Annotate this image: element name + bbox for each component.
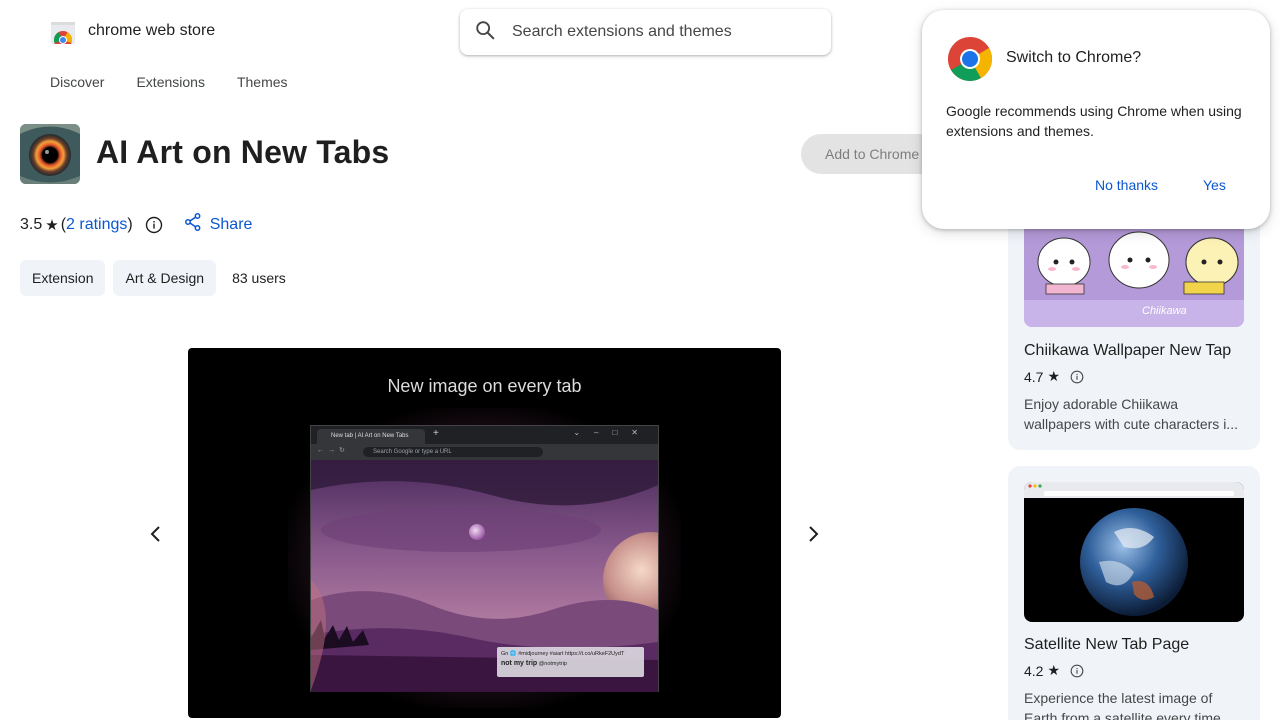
info-icon[interactable] — [145, 216, 163, 234]
store-logo[interactable]: chrome web store — [48, 16, 216, 49]
card-rating: 4.2 ★ — [1024, 662, 1084, 679]
chevron-left-icon — [144, 526, 168, 550]
tweet-text: Gn 🌐 #midjourney #aiart https://t.co/uRk… — [501, 651, 625, 657]
tweet-handle: @notmytrip — [538, 661, 567, 667]
card-description: Enjoy adorable Chiikawa wallpapers with … — [1024, 394, 1246, 434]
chips-row: Extension Art & Design 83 users — [20, 260, 286, 296]
card-rating: 4.7 ★ — [1024, 368, 1084, 385]
tweet-overlay: Gn 🌐 #midjourney #aiart https://t.co/uRk… — [497, 647, 644, 677]
chrome-web-store-icon — [48, 16, 78, 49]
main-nav: Discover Extensions Themes — [50, 74, 288, 90]
card-title: Satellite New Tab Page — [1024, 636, 1190, 653]
card-rating-value: 4.7 — [1024, 368, 1044, 385]
tweet-author: not my trip — [501, 660, 538, 667]
share-button[interactable]: Share — [184, 213, 253, 236]
ratings-link[interactable]: 2 ratings — [66, 216, 127, 234]
yes-button[interactable]: Yes — [1203, 177, 1226, 193]
star-icon: ★ — [45, 216, 59, 234]
extension-title: AI Art on New Tabs — [96, 134, 390, 170]
card-description-text: Enjoy adorable Chiikawa wallpapers with … — [1024, 396, 1238, 432]
card-description: Experience the latest image of Earth fro… — [1024, 688, 1246, 720]
switch-to-chrome-dialog: Switch to Chrome? Google recommends usin… — [922, 10, 1270, 229]
chevron-right-icon — [801, 526, 825, 550]
nav-discover[interactable]: Discover — [50, 74, 104, 90]
nav-themes[interactable]: Themes — [237, 74, 288, 90]
chip-category[interactable]: Art & Design — [113, 260, 217, 296]
slide-caption: New image on every tab — [387, 376, 582, 396]
no-thanks-button[interactable]: No thanks — [1095, 177, 1158, 193]
window-controls-icon: ⌄–□✕ — [573, 428, 652, 437]
related-card-satellite[interactable]: Satellite New Tab Page 4.2 ★ Experience … — [1008, 466, 1260, 720]
extension-icon — [20, 124, 80, 184]
browser-tab: New tab | AI Art on New Tabs — [317, 429, 425, 444]
share-label: Share — [209, 215, 253, 233]
svg-text:Chiikawa: Chiikawa — [1142, 305, 1187, 317]
info-icon[interactable] — [1070, 370, 1084, 384]
rating-value: 3.5 — [20, 215, 43, 233]
dialog-body: Google recommends using Chrome when usin… — [946, 103, 1242, 139]
user-count: 83 users — [232, 270, 286, 286]
browser-toolbar: ←→↻ Search Google or type a URL — [311, 444, 658, 460]
rating-row: 3.5 ★ ( 2 ratings ) Share — [20, 213, 252, 236]
star-icon: ★ — [1047, 662, 1061, 678]
new-tab-icon: + — [433, 428, 439, 439]
search-icon[interactable] — [474, 19, 496, 46]
star-icon: ★ — [1047, 368, 1061, 384]
browser-tabbar: New tab | AI Art on New Tabs + ⌄–□✕ — [311, 426, 658, 444]
nav-arrows-icon: ←→↻ — [317, 447, 349, 454]
carousel-next-button[interactable] — [801, 522, 825, 546]
search-input[interactable] — [512, 23, 812, 41]
chrome-logo-icon — [947, 36, 993, 82]
screenshot-slide[interactable]: New image on every tab New tab | AI Art … — [188, 348, 781, 718]
ai-landscape-image: Gn 🌐 #midjourney #aiart https://t.co/uRk… — [311, 460, 658, 692]
earth-thumbnail — [1024, 482, 1244, 622]
card-rating-value: 4.2 — [1024, 662, 1044, 679]
dialog-title: Switch to Chrome? — [1006, 49, 1142, 66]
card-description-text: Experience the latest image of Earth fro… — [1024, 690, 1221, 720]
search-box[interactable] — [460, 9, 831, 55]
carousel-prev-button[interactable] — [144, 522, 168, 546]
store-name: chrome web store — [88, 22, 216, 39]
rating-close-paren: ) — [127, 215, 133, 233]
nav-extensions[interactable]: Extensions — [136, 74, 204, 90]
share-icon — [184, 213, 201, 236]
info-icon[interactable] — [1070, 664, 1084, 678]
browser-url: Search Google or type a URL — [363, 447, 543, 457]
chiikawa-thumbnail: Chiikawa — [1024, 222, 1244, 327]
card-title: Chiikawa Wallpaper New Tap — [1024, 342, 1232, 359]
chip-extension[interactable]: Extension — [20, 260, 106, 296]
browser-mockup: New tab | AI Art on New Tabs + ⌄–□✕ ←→↻ … — [310, 425, 659, 692]
